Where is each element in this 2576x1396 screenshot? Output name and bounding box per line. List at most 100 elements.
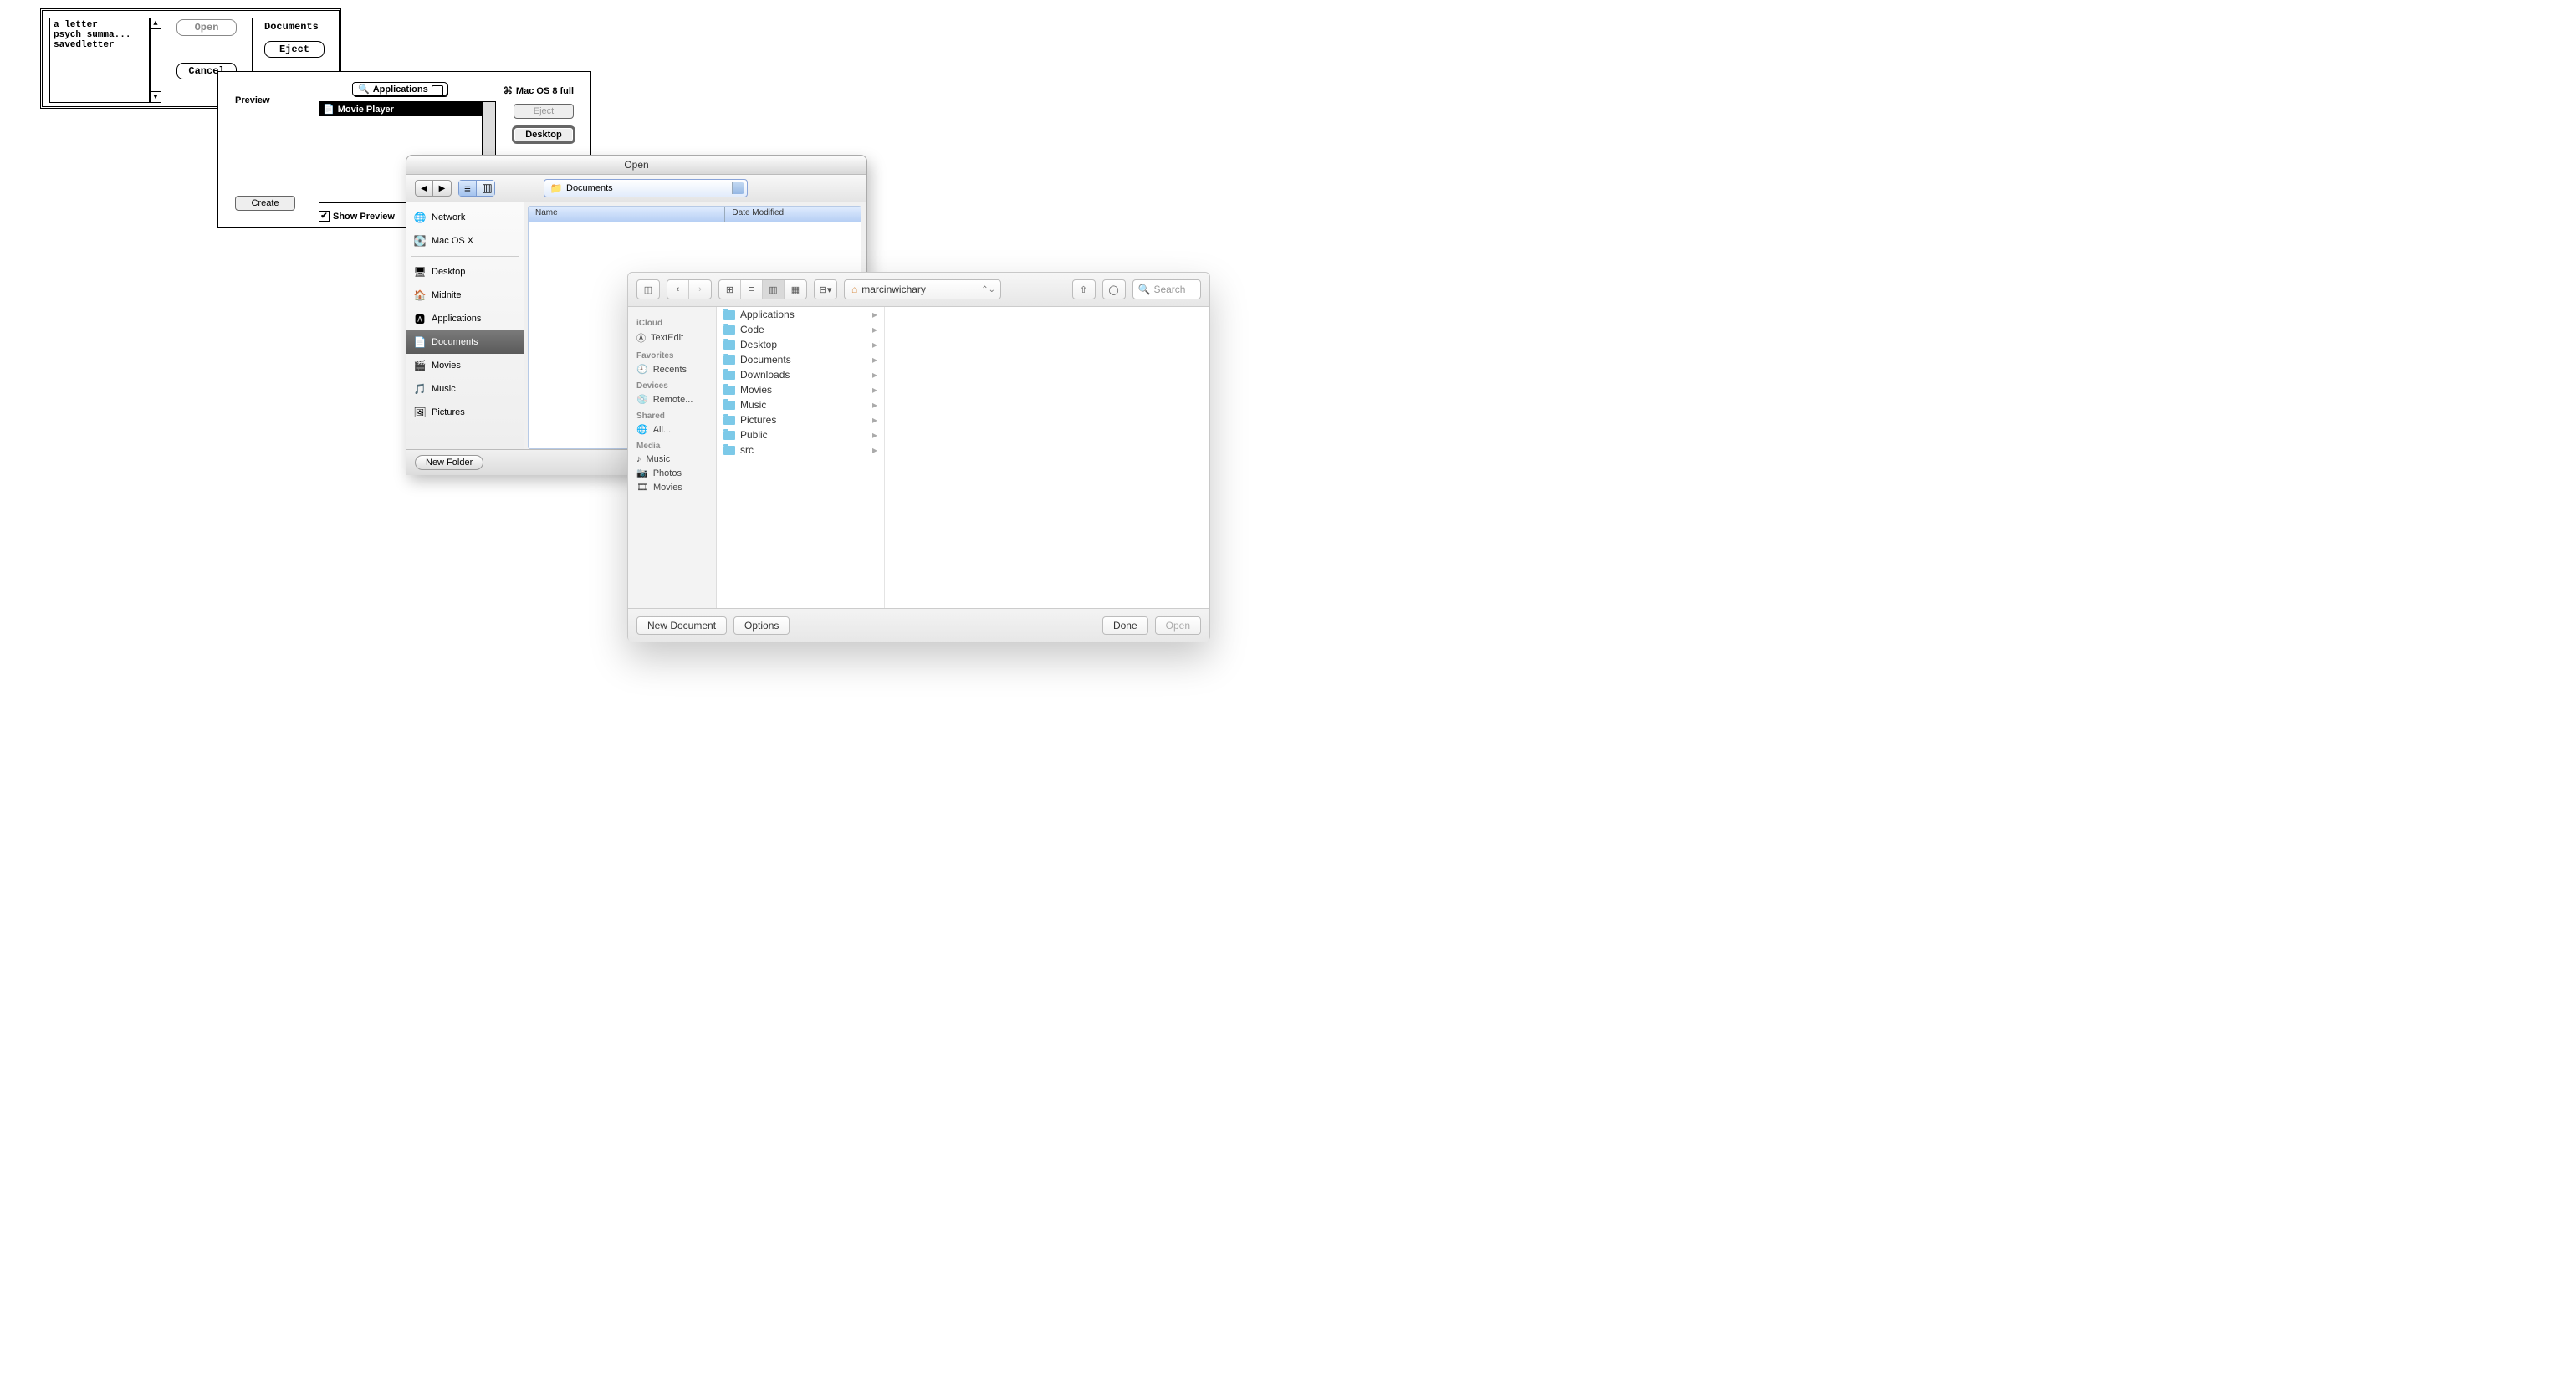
col-name[interactable]: Name [529,207,725,222]
column-view-button[interactable]: ▥ [477,180,495,197]
sidebar-label: Pictures [432,407,465,417]
list-item[interactable]: Public▸ [717,427,884,442]
list-item-selected[interactable]: 📄 Movie Player [319,102,483,116]
new-document-button[interactable]: New Document [636,616,727,635]
done-button[interactable]: Done [1102,616,1148,635]
forward-button[interactable]: ▶ [433,180,452,197]
group-button[interactable]: ⊟▾ [815,280,836,299]
modern-open-dialog: ◫ ‹ › ⊞ ≡ ▥ ▦ ⊟▾ ⌂ marcinwichary ⌃⌄ ⇧ ◯ … [627,272,1210,642]
list-item[interactable]: Downloads▸ [717,367,884,382]
sidebar-item-applications[interactable]: 🅰Applications [406,307,524,330]
folder-icon [723,386,735,395]
tags-button[interactable]: ◯ [1103,280,1125,299]
icon-view-button[interactable]: ⊞ [719,280,741,299]
column-1[interactable]: Applications▸ Code▸ Desktop▸ Documents▸ … [717,307,885,608]
sidebar-item-macosx[interactable]: 💽Mac OS X [406,229,524,253]
sidebar-item-textedit[interactable]: ⒶTextEdit [628,330,716,346]
sidebar-item-desktop[interactable]: 🖥Desktop [406,260,524,284]
show-preview-checkbox[interactable]: ✔ Show Preview [319,211,395,222]
footer: New Document Options Done Open [628,608,1209,642]
path-popup[interactable]: ⌂ marcinwichary ⌃⌄ [844,279,1001,299]
folder-icon [723,371,735,380]
film-icon: 🎞 [636,482,648,493]
list-item[interactable]: psych summa... [54,30,146,40]
search-placeholder: Search [1153,284,1185,295]
sidebar-item-network[interactable]: 🌐Network [406,206,524,229]
share-button[interactable]: ⇧ [1073,280,1095,299]
column-view-button[interactable]: ▥ [763,280,785,299]
sidebar-item-movies[interactable]: 🎞Movies [628,480,716,494]
chevron-right-icon: ▸ [872,429,877,441]
movies-icon: 🎬 [413,359,427,372]
forward-button[interactable]: › [689,280,711,299]
sidebar-toggle-button[interactable]: ◫ [637,280,659,299]
desktop-icon: 🖥 [413,265,427,279]
music-icon: ♪ [636,454,641,464]
scroll-up-icon[interactable]: ▲ [151,18,161,29]
back-button[interactable]: ‹ [667,280,689,299]
path-label: Documents [566,183,613,193]
sidebar-item-photos[interactable]: 📷Photos [628,466,716,480]
list-view-button[interactable]: ≡ [741,280,763,299]
list-item[interactable]: savedletter [54,40,146,50]
open-button[interactable]: Open [176,19,237,36]
list-item[interactable]: a letter [54,20,146,30]
back-button[interactable]: ◀ [415,180,433,197]
search-field[interactable]: 🔍 Search [1132,279,1202,299]
sidebar-item-documents[interactable]: 📄Documents [406,330,524,354]
column-headers[interactable]: Name Date Modified [529,207,861,222]
sidebar-heading-favorites: Favorites [636,351,716,361]
documents-icon: 📄 [413,335,427,349]
gallery-view-button[interactable]: ▦ [785,280,806,299]
list-item[interactable]: src▸ [717,442,884,458]
scrollbar[interactable]: ▲ ▼ [150,18,161,103]
sidebar-item-recents[interactable]: 🕘Recents [628,362,716,376]
disc-icon: 💿 [636,394,648,405]
chevron-right-icon: ▸ [872,444,877,456]
nav-buttons: ‹ › [667,279,712,299]
sidebar-item-music[interactable]: ♪Music [628,453,716,466]
options-button[interactable]: Options [733,616,790,635]
list-item[interactable]: Movies▸ [717,382,884,397]
sidebar-item-movies[interactable]: 🎬Movies [406,354,524,377]
list-item[interactable]: Desktop▸ [717,337,884,352]
list-item[interactable]: Music▸ [717,397,884,412]
sidebar-item-all[interactable]: 🌐All... [628,422,716,437]
chevron-right-icon: ▸ [872,414,877,426]
chevron-right-icon: ▸ [872,324,877,335]
sidebar-label: Remote... [653,395,693,405]
open-button[interactable]: Open [1155,616,1201,635]
path-popup[interactable]: 📁 Documents [544,179,748,197]
nav-buttons: ◀ ▶ [415,180,452,197]
divider [411,256,519,257]
sidebar-item-home[interactable]: 🏠 Midnite [406,284,524,307]
sidebar-item-pictures[interactable]: 🖼Pictures [406,401,524,424]
sidebar-label: Midnite [432,290,461,300]
folder-popup[interactable]: 🔍 Applications [352,82,447,96]
list-item[interactable]: Documents▸ [717,352,884,367]
sidebar-item-music[interactable]: 🎵Music [406,377,524,401]
desktop-button[interactable]: Desktop [514,127,574,142]
list-view-button[interactable]: ≡ [458,180,477,197]
list-item[interactable]: Pictures▸ [717,412,884,427]
list-item-label: Movie Player [338,105,394,115]
sidebar-heading-icloud: iCloud [636,319,716,328]
sidebar-item-remote[interactable]: 💿 Remote... [628,392,716,407]
col-date[interactable]: Date Modified [725,207,861,222]
column-2[interactable] [885,307,1209,608]
list-item[interactable]: Code ▸ [717,322,884,337]
disk-icon: 💽 [413,234,427,248]
scroll-down-icon[interactable]: ▼ [151,91,161,102]
eject-button[interactable]: Eject [514,104,574,119]
new-folder-button[interactable]: New Folder [415,455,483,470]
checkbox-icon: ✔ [319,211,330,222]
create-button[interactable]: Create [235,196,295,211]
item-label: Code [740,324,764,335]
chevron-right-icon: ▸ [872,399,877,411]
eject-button[interactable]: Eject [264,41,325,58]
list-item[interactable]: Applications▸ [717,307,884,322]
home-icon: 🏠 [413,289,427,302]
document-icon: 📄 [323,104,335,115]
file-list[interactable]: a letter psych summa... savedletter [49,18,150,103]
network-icon: 🌐 [413,211,427,224]
